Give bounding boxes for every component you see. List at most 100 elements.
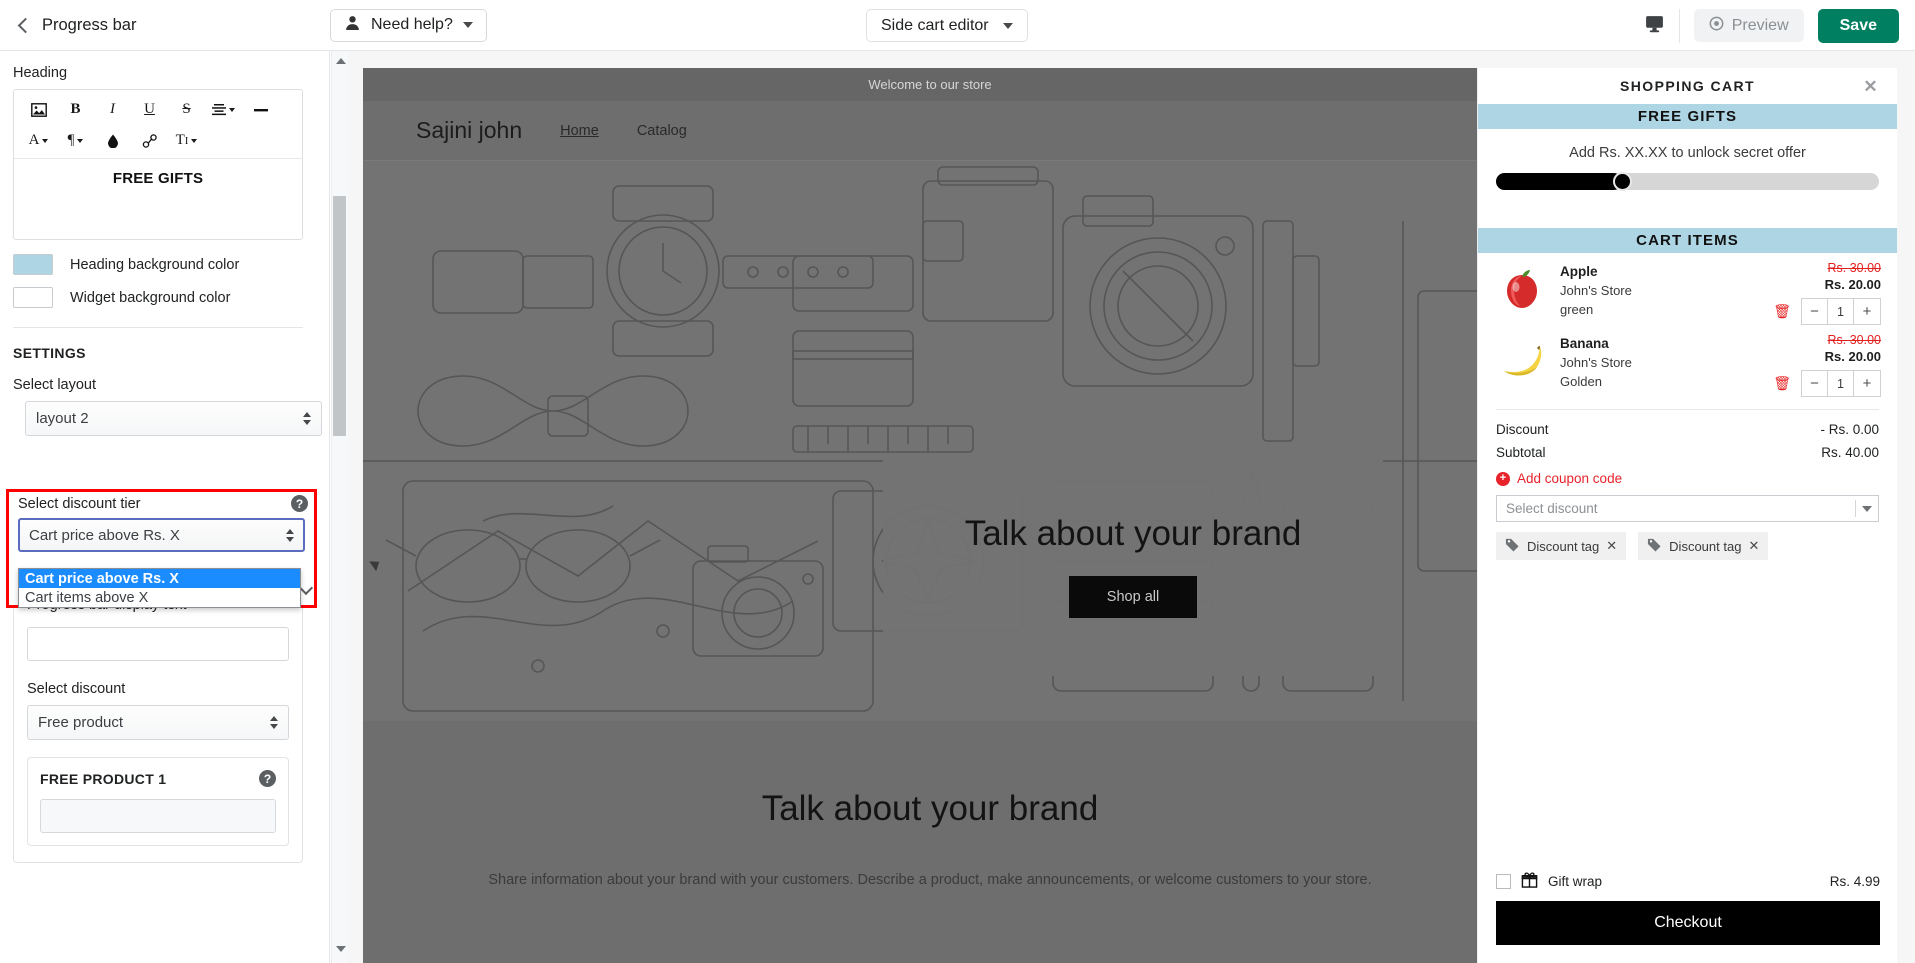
select-discount-label: Select discount	[27, 681, 126, 697]
quantity-decrease-button[interactable]: −	[1802, 371, 1828, 396]
sidebar-scrollbar[interactable]	[331, 51, 348, 963]
cart-footer: Gift wrap Rs. 4.99 Checkout	[1478, 871, 1898, 963]
cart-item-old-price: Rs. 30.00	[1827, 333, 1881, 347]
image-icon[interactable]	[20, 96, 57, 123]
discount-tag[interactable]: Discount tag ✕	[1638, 532, 1769, 560]
delete-icon[interactable]: 🗑	[1773, 375, 1791, 392]
heading-bg-color-row[interactable]: Heading background color	[13, 254, 303, 275]
quantity-increase-button[interactable]: +	[1854, 371, 1880, 396]
select-layout-dropdown[interactable]: layout 2	[25, 401, 322, 436]
divider	[1496, 409, 1879, 410]
gift-wrap-checkbox[interactable]	[1496, 873, 1511, 889]
editor-selector[interactable]: Side cart editor	[866, 9, 1028, 42]
option-cart-items-above[interactable]: Cart items above X	[19, 588, 300, 607]
page-title: Progress bar	[42, 15, 137, 34]
heading-bg-swatch[interactable]	[13, 254, 53, 275]
preview-label: Preview	[1731, 16, 1789, 34]
need-help-button[interactable]: Need help?	[330, 8, 487, 42]
top-right-actions: Preview Save	[1644, 0, 1899, 51]
quantity-increase-button[interactable]: +	[1854, 299, 1880, 324]
cart-item-store: John's Store	[1560, 283, 1632, 298]
toolbar-divider	[1678, 8, 1680, 43]
select-discount-tier-dropdown[interactable]: Cart price above Rs. X	[18, 518, 305, 552]
brand-paragraph: Share information about your brand with …	[488, 872, 1372, 888]
help-icon[interactable]: ?	[291, 495, 308, 512]
quantity-stepper[interactable]: − 1 +	[1801, 370, 1881, 397]
free-product-input[interactable]	[40, 799, 276, 833]
widget-bg-color-row[interactable]: Widget background color	[13, 287, 303, 308]
chevron-down-icon[interactable]	[298, 580, 314, 596]
option-cart-price-above[interactable]: Cart price above Rs. X	[19, 569, 300, 588]
hero-heading: Talk about your brand	[964, 514, 1302, 553]
free-gifts-band: FREE GIFTS	[1478, 104, 1897, 129]
paragraph-icon[interactable]: ¶	[57, 127, 94, 154]
scroll-up-icon[interactable]	[336, 58, 346, 64]
highlight-icon[interactable]	[94, 127, 131, 154]
underline-icon[interactable]: U	[131, 96, 168, 123]
save-button[interactable]: Save	[1817, 8, 1899, 43]
checkout-button[interactable]: Checkout	[1496, 901, 1880, 945]
quantity-stepper[interactable]: − 1 +	[1801, 298, 1881, 325]
back-navigation[interactable]: Progress bar	[0, 16, 330, 35]
remove-tag-icon[interactable]: ✕	[1606, 538, 1617, 554]
store-header: Sajini john Home Catalog	[363, 101, 1497, 161]
help-icon[interactable]: ?	[259, 770, 276, 787]
add-coupon-label: Add coupon code	[1517, 471, 1623, 486]
preview-area: Welcome to our store Sajini john Home Ca…	[348, 51, 1915, 963]
align-icon[interactable]	[205, 96, 242, 123]
select-discount-tier-value: Cart price above Rs. X	[29, 526, 180, 544]
heading-field-label: Heading	[13, 65, 68, 81]
discount-value: - Rs. 0.00	[1820, 422, 1879, 437]
discount-tag[interactable]: Discount tag ✕	[1496, 532, 1627, 560]
free-product-title: FREE PRODUCT 1	[40, 771, 167, 787]
side-cart: SHOPPING CART ✕ FREE GIFTS Add Rs. XX.XX…	[1477, 68, 1897, 963]
scroll-down-icon[interactable]	[336, 946, 346, 952]
sidebar-scrollbar-thumb[interactable]	[333, 196, 346, 436]
bold-icon[interactable]: B	[57, 96, 94, 123]
text-size-icon[interactable]: TI	[168, 127, 205, 154]
close-icon[interactable]: ✕	[1863, 78, 1879, 95]
select-discount-dropdown[interactable]: Free product	[27, 705, 289, 740]
cart-item-old-price: Rs. 30.00	[1827, 261, 1881, 275]
tag-icon	[1647, 537, 1662, 555]
select-layout-label: Select layout	[13, 377, 97, 393]
progress-text-input[interactable]	[27, 627, 289, 661]
subtotal-value: Rs. 40.00	[1821, 445, 1879, 460]
widget-bg-swatch[interactable]	[13, 287, 53, 308]
quantity-value: 1	[1828, 371, 1854, 396]
strikethrough-icon[interactable]: S	[168, 96, 205, 123]
remove-tag-icon[interactable]: ✕	[1748, 538, 1759, 554]
desktop-icon[interactable]	[1644, 13, 1665, 39]
cart-item: Banana John's Store Golden Rs. 30.00 Rs.…	[1478, 325, 1897, 397]
link-icon[interactable]	[131, 127, 168, 154]
select-discount-value: Free product	[38, 714, 124, 731]
nav-link-catalog[interactable]: Catalog	[637, 123, 687, 139]
widget-bg-label: Widget background color	[70, 289, 231, 306]
apple-image	[1494, 261, 1550, 317]
font-color-icon[interactable]: A	[20, 127, 57, 154]
stepper-icon	[286, 528, 294, 542]
chevron-left-icon[interactable]	[17, 17, 34, 33]
discount-tags: Discount tag ✕ Discount tag ✕	[1478, 522, 1897, 560]
discount-row: Discount - Rs. 0.00	[1478, 418, 1897, 441]
quantity-value: 1	[1828, 299, 1854, 324]
gift-wrap-price: Rs. 4.99	[1829, 873, 1880, 889]
cart-items-band: CART ITEMS	[1478, 228, 1897, 253]
discount-label: Discount	[1496, 422, 1549, 437]
horizontal-rule-icon[interactable]	[242, 96, 279, 123]
chevron-down-icon	[1862, 505, 1872, 512]
nav-link-home[interactable]: Home	[560, 123, 599, 139]
italic-icon[interactable]: I	[94, 96, 131, 123]
shop-all-button[interactable]: Shop all	[1068, 576, 1198, 618]
quantity-decrease-button[interactable]: −	[1802, 299, 1828, 324]
brand-heading: Talk about your brand	[761, 789, 1099, 828]
discount-tier-options-list[interactable]: Cart price above Rs. X Cart items above …	[18, 568, 301, 608]
subtotal-row: Subtotal Rs. 40.00	[1478, 441, 1897, 464]
add-coupon-button[interactable]: + Add coupon code	[1478, 464, 1897, 486]
stepper-icon	[270, 716, 278, 729]
rte-content[interactable]: FREE GIFTS	[14, 159, 302, 239]
delete-icon[interactable]: 🗑	[1773, 303, 1791, 320]
preview-button[interactable]: Preview	[1693, 9, 1804, 42]
announcement-bar: Welcome to our store	[363, 68, 1497, 101]
select-discount-cart-dropdown[interactable]: Select discount	[1496, 495, 1879, 522]
